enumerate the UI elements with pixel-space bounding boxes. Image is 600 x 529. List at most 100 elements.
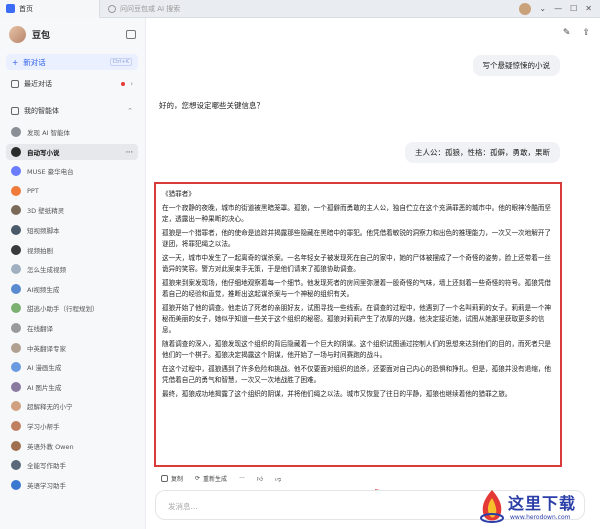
bot-message: 好的，您想设定哪些关键信息？ (159, 101, 264, 110)
copy-icon (161, 475, 168, 482)
watermark-logo (480, 490, 504, 523)
story-paragraph: 最终，孤狼成功地揭露了这个组织的阴谋，并将他们绳之以法。城市又恢复了往日的平静，… (162, 390, 512, 398)
agent-label: 自动写小说 (27, 148, 60, 157)
maximize-icon[interactable]: ☐ (570, 4, 577, 13)
agent-avatar (11, 440, 21, 451)
agent-label: 在线翻译 (27, 325, 53, 333)
agent-avatar (11, 146, 21, 157)
agent-label: 超解释无的小宁 (27, 403, 73, 412)
agent-avatar (11, 264, 21, 275)
sidebar-agent-item[interactable]: 在线翻译 (6, 320, 138, 336)
shortcut-badge: Ctrl+K (109, 58, 132, 66)
user-avatar[interactable] (519, 2, 532, 15)
my-agents-label: 我的智能体 (24, 107, 59, 115)
agent-avatar (11, 460, 21, 471)
regenerate-label: 重新生成 (203, 476, 228, 483)
new-chat-button[interactable]: + 新对话 Ctrl+K (6, 54, 138, 70)
sidebar-item-recent[interactable]: 最近对话 › (6, 76, 138, 92)
sidebar-agent-item[interactable]: 甜逃小助手（行程规划） (6, 300, 138, 316)
app-logo-icon (6, 4, 15, 13)
story-paragraph: 随着调查的深入，孤狼发现这个组织的背后隐藏着一个巨大的阴谋。这个组织试图通过控制… (162, 340, 552, 359)
more-icon[interactable]: ··· (239, 475, 245, 482)
agent-label: 怎么生成视频 (27, 266, 66, 275)
story-paragraph: 在一个寂静的夜晚，城市的街道被黑暗笼罩。孤狼，一个孤僻而勇敢的主人公，独自伫立在… (162, 204, 552, 223)
thumbs-down-icon[interactable]: 👎︎ (275, 475, 281, 483)
refresh-icon: ⟳ (195, 475, 201, 482)
edit-icon[interactable]: ✎ (563, 28, 571, 38)
plus-icon: + (12, 57, 19, 67)
search-icon (108, 4, 116, 13)
story-response: 《猎罪者》 在一个寂静的夜晚，城市的街道被黑暗笼罩。孤狼，一个孤僻而勇敢的主人公… (154, 182, 562, 467)
sidebar-item-my-agents[interactable]: 我的智能体 ⌃ (6, 103, 138, 119)
agent-label: 甜逃小助手（行程规划） (27, 305, 99, 314)
agent-label: 英语学习助手 (27, 481, 66, 490)
story-paragraph: 孤狼开始了他的调查。他走访了死者的亲朋好友，试图寻找一些线索。在调查的过程中，他… (162, 304, 552, 334)
sidebar-agent-item[interactable]: AI 漫画生成 (6, 359, 138, 375)
agent-label: AI 图片生成 (27, 383, 62, 392)
user-message: 写个悬疑惊悚的小说 (472, 55, 560, 76)
close-icon[interactable]: ✕ (585, 4, 592, 13)
copy-label: 复制 (171, 476, 184, 483)
share-icon[interactable]: ⇪ (582, 28, 590, 38)
notification-dot (121, 82, 126, 86)
agent-label: MUSE 豪华电台 (27, 168, 74, 177)
url-search-bar[interactable]: 问问豆包或 AI 搜索 (108, 3, 288, 15)
sidebar-agent-item[interactable]: 学习小帮手 (6, 418, 138, 434)
agent-label: 全能写作助手 (27, 462, 66, 471)
sidebar-agent-item[interactable]: 发现 AI 智能体 (6, 124, 138, 140)
sidebar-agent-item[interactable]: 自动写小说 ··· (6, 143, 138, 160)
watermark: 这里下载 www.herodown.com (478, 488, 600, 528)
chevron-up-icon: ⌃ (127, 107, 133, 115)
sidebar-agent-item[interactable]: 超解释无的小宁 (6, 398, 138, 414)
sidebar-agent-item[interactable]: PPT (6, 183, 138, 199)
url-placeholder: 问问豆包或 AI 搜索 (120, 4, 181, 13)
agent-avatar (11, 342, 21, 353)
story-paragraph: 孤狼是一个猎罪者，他的使命是追踪并揭露那些隐藏在黑暗中的罪犯。他凭借着敏锐的洞察… (162, 229, 552, 248)
sidebar-agent-item[interactable]: 中英翻译专家 (6, 340, 138, 356)
regenerate-button[interactable]: ⟳ 重新生成 (195, 474, 227, 483)
story-title: 《猎罪者》 (162, 190, 195, 198)
tab-title: 首页 (19, 4, 33, 13)
agent-label: 学习小帮手 (27, 423, 60, 431)
agent-avatar (11, 401, 21, 412)
sidebar-agent-item[interactable]: 英语学习助手 (6, 477, 138, 493)
sidebar-agent-item[interactable]: 视频拍剧 (6, 242, 138, 258)
sidebar-agent-item[interactable]: 全能写作助手 (6, 457, 138, 473)
agent-avatar (11, 303, 21, 314)
agent-label: 发现 AI 智能体 (27, 129, 70, 137)
chevron-right-icon: › (130, 80, 133, 88)
agent-avatar (11, 205, 21, 216)
story-paragraph: 这一天，城市中发生了一起离奇的谋杀案。一名年轻女子被发现死在自己的家中，她的尸体… (162, 254, 552, 273)
agent-label: 中英翻译专家 (27, 344, 66, 353)
sidebar-collapse-icon[interactable] (126, 30, 136, 39)
thumbs-up-icon[interactable]: 👍︎ (257, 475, 263, 483)
more-icon[interactable]: ··· (126, 148, 133, 156)
chevron-down-icon[interactable]: ⌄ (539, 4, 546, 13)
agent-label: AI 漫画生成 (27, 364, 62, 373)
copy-button[interactable]: 复制 (161, 474, 183, 483)
agent-label: PPT (27, 186, 39, 195)
new-chat-label: 新对话 (23, 57, 46, 67)
sidebar-agent-item[interactable]: AI视频生成 (6, 281, 138, 297)
watermark-text: 这里下载 (508, 494, 577, 513)
agent-label: 视频拍剧 (27, 246, 53, 255)
sidebar-agent-item[interactable]: AI 图片生成 (6, 379, 138, 395)
sidebar-agent-item[interactable]: MUSE 豪华电台 (6, 163, 138, 179)
minimize-icon[interactable]: — (554, 4, 562, 13)
agent-avatar (11, 381, 21, 392)
sidebar-agent-item[interactable]: 英语外教 Owen (6, 438, 138, 454)
sidebar-agent-item[interactable]: 怎么生成视频 (6, 261, 138, 277)
agent-avatar (11, 283, 21, 294)
brand-name: 豆包 (32, 31, 51, 41)
message-actions: 复制 ⟳ 重新生成 ··· 👍︎ 👎︎ (161, 474, 281, 483)
sidebar-agent-item[interactable]: 3D 壁纸精灵 (6, 202, 138, 218)
agent-avatar (11, 185, 21, 196)
tab-home[interactable]: 首页 (0, 0, 100, 18)
recent-label: 最近对话 (24, 80, 52, 88)
watermark-url: www.herodown.com (510, 514, 571, 521)
top-toolbar: ✎ ⇪ (563, 28, 590, 38)
agent-label: 短视频脚本 (27, 227, 60, 235)
agent-avatar (11, 421, 21, 431)
brand[interactable]: 豆包 (9, 26, 50, 43)
sidebar-agent-item[interactable]: 短视频脚本 (6, 222, 138, 238)
